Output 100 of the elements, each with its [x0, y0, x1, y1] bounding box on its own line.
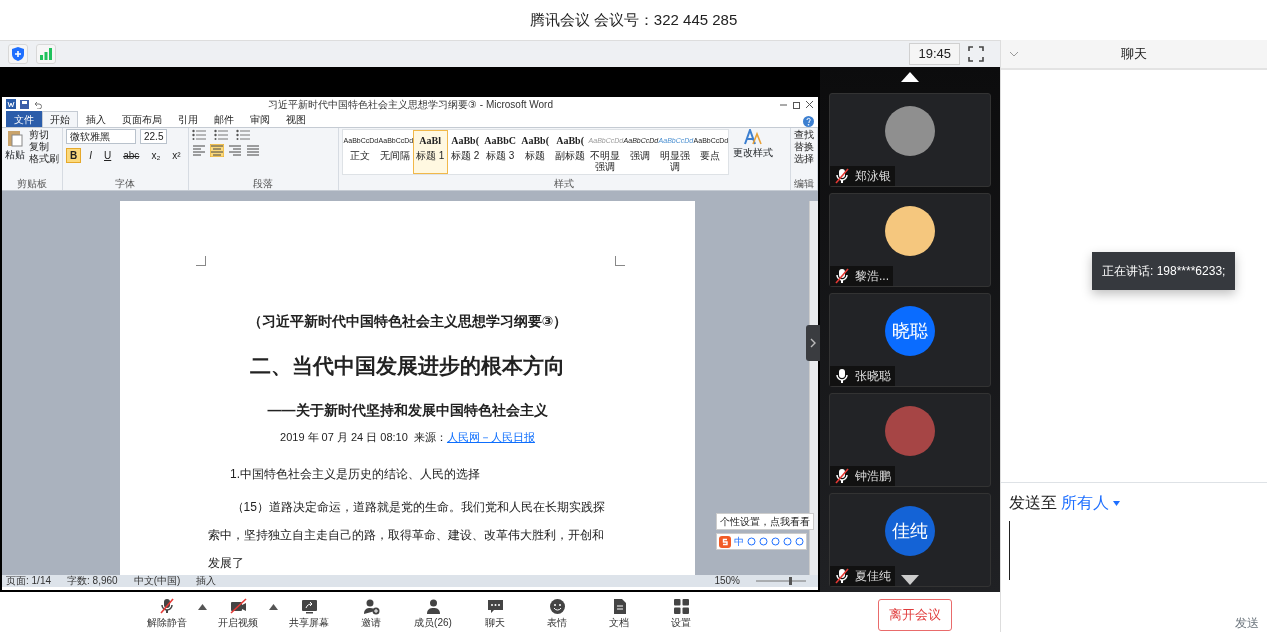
style-preset[interactable]: AaBb( 标题 2 — [447, 130, 483, 174]
editing-command[interactable]: 替换 — [794, 141, 814, 153]
editing-command[interactable]: 查找 — [794, 129, 814, 141]
toolbar-button[interactable]: 成员(26) — [402, 592, 464, 628]
input-method-logo-icon[interactable] — [719, 535, 731, 548]
participant-tile[interactable]: 郑泳银 — [829, 93, 991, 187]
clipboard-command[interactable]: 格式刷 — [29, 153, 59, 165]
page-count[interactable]: 页面: 1/14 — [6, 575, 52, 587]
help-icon[interactable] — [803, 116, 814, 127]
bullets-icon[interactable] — [191, 129, 206, 140]
ribbon-tab[interactable]: 邮件 — [206, 111, 242, 127]
zoom-slider-icon[interactable] — [756, 576, 806, 586]
caret-up-icon[interactable] — [198, 604, 207, 610]
send-button[interactable]: 发送 — [1235, 614, 1259, 632]
style-preset[interactable]: AaBl 标题 1 — [412, 130, 448, 174]
chevron-right-icon — [810, 338, 816, 348]
ribbon-tab[interactable]: 插入 — [78, 111, 114, 127]
format-button[interactable]: B — [66, 148, 82, 163]
undo-icon[interactable] — [33, 99, 42, 109]
caret-up-icon[interactable] — [269, 604, 278, 610]
toolbar-button[interactable]: 共享屏幕 — [278, 592, 340, 628]
participant-name: 张晓聪 — [855, 368, 891, 385]
language-indicator[interactable]: 中文(中国) — [133, 575, 181, 587]
group-label: 段落 — [252, 178, 275, 190]
align-center-icon[interactable] — [209, 144, 224, 157]
format-button[interactable]: x² — [168, 148, 185, 163]
chevron-down-icon[interactable] — [1009, 51, 1019, 57]
scroll-up-icon[interactable] — [900, 71, 920, 83]
ribbon-tab[interactable]: 页面布局 — [114, 111, 170, 127]
fullscreen-icon[interactable] — [968, 46, 984, 62]
send-to-label: 发送至 — [1009, 493, 1057, 513]
participant-tile[interactable]: 晓聪 张晓聪 — [829, 293, 991, 387]
participant-tile[interactable]: 黎浩... — [829, 193, 991, 287]
save-icon[interactable] — [20, 99, 29, 109]
style-preset[interactable]: AaBb( 标题 — [517, 130, 553, 174]
format-button[interactable]: U — [100, 148, 116, 163]
toolbar-button[interactable]: 文档 — [588, 592, 650, 628]
group-label: 剪贴板 — [16, 178, 48, 190]
ribbon-tab[interactable]: 审阅 — [242, 111, 278, 127]
toolbar-button[interactable]: 解除静音 — [136, 592, 198, 628]
participant-name: 夏佳纯 — [855, 568, 891, 585]
ribbon-tab[interactable]: 引用 — [170, 111, 206, 127]
toolbar-button[interactable]: 邀请 — [340, 592, 402, 628]
section-heading: 1.中国特色社会主义是历史的结论、人民的选择 — [230, 466, 480, 483]
meeting-title: 腾讯会议 会议号：322 445 285 — [529, 9, 738, 30]
document-title: 二、当代中国发展进步的根本方向 — [250, 353, 565, 379]
collapse-handle[interactable] — [806, 325, 820, 361]
chat-title: 聊天 — [1121, 45, 1147, 64]
recipient-dropdown[interactable]: 所有人 — [1061, 491, 1109, 515]
restore-icon[interactable] — [792, 99, 801, 109]
avatar: 佳纯 — [885, 506, 935, 556]
group-label: 样式 — [553, 178, 576, 190]
format-button[interactable]: abc — [119, 148, 144, 163]
shield-plus-icon[interactable] — [12, 47, 24, 61]
style-preset[interactable]: AaBbC 标题 3 — [482, 130, 518, 174]
window-title: 习近平新时代中国特色社会主义思想学习纲要③ - Microsoft Word — [267, 97, 554, 112]
clipboard-command[interactable]: 剪切 — [29, 129, 59, 141]
group-label: 字体 — [114, 178, 137, 190]
toolbar-button[interactable]: 设置 — [650, 592, 712, 628]
ribbon-tab[interactable]: 视图 — [278, 111, 314, 127]
format-button[interactable]: I — [85, 148, 96, 163]
format-button[interactable]: x₂ — [147, 148, 165, 163]
meeting-timer: 19:45 — [909, 43, 960, 65]
numbering-icon[interactable] — [213, 129, 228, 140]
styles-icon — [743, 129, 762, 145]
participant-name: 钟浩鹏 — [855, 468, 891, 485]
font-name-field[interactable]: 微软雅黑 — [66, 129, 136, 144]
scroll-down-icon[interactable] — [900, 574, 920, 586]
avatar: 晓聪 — [885, 306, 935, 356]
change-styles-button[interactable]: 更改样式 — [732, 129, 773, 175]
participant-tile[interactable]: 钟浩鹏 — [829, 393, 991, 487]
signal-bars-icon[interactable] — [40, 48, 52, 60]
caret-down-icon[interactable] — [1113, 500, 1120, 506]
speaking-indicator: 正在讲话: 198****6233; — [1092, 252, 1236, 290]
word-count[interactable]: 字数: 8,960 — [67, 575, 118, 587]
ribbon-tab[interactable]: 开始 — [42, 111, 78, 127]
input-mode-toggle[interactable]: 中 — [734, 534, 744, 549]
document-subtitle: ——关于新时代坚持和发展中国特色社会主义 — [267, 400, 548, 420]
document-heading: （习近平新时代中国特色社会主义思想学习纲要③） — [247, 312, 568, 331]
style-preset[interactable]: AaBb( 副标题 — [552, 130, 588, 174]
toolbar-button[interactable]: 开启视频 — [207, 592, 269, 628]
multilevel-list-icon[interactable] — [235, 129, 250, 140]
participant-name: 黎浩... — [855, 268, 889, 285]
leave-meeting-button[interactable]: 离开会议 — [878, 599, 952, 631]
zoom-level[interactable]: 150% — [714, 575, 740, 587]
ribbon-tab[interactable]: 文件 — [6, 111, 42, 127]
insert-mode[interactable]: 插入 — [196, 575, 217, 587]
editing-command[interactable]: 选择 — [794, 153, 814, 165]
group-label: 编辑 — [794, 178, 814, 190]
source-link[interactable]: 人民网－人民日报 — [446, 428, 535, 445]
close-icon[interactable] — [805, 99, 814, 109]
toolbar-button[interactable]: 表情 — [526, 592, 588, 628]
participant-tile[interactable]: 佳纯 夏佳纯 — [829, 493, 991, 587]
font-size-field[interactable]: 22.5 — [140, 129, 168, 144]
body-paragraph: （15）道路决定命运，道路就是党的生命。我们党和人民在长期实践探索中，坚持独立自主走自己的路，取得革命、建设、改革伟大胜利，开创和发展了 — [207, 499, 606, 572]
paste-button[interactable]: 粘贴 — [5, 129, 25, 165]
participant-name: 郑泳银 — [855, 168, 891, 185]
clipboard-command[interactable]: 复制 — [29, 141, 59, 153]
toolbar-button[interactable]: 聊天 — [464, 592, 526, 628]
tooltip: 个性设置，点我看看 — [716, 513, 814, 530]
